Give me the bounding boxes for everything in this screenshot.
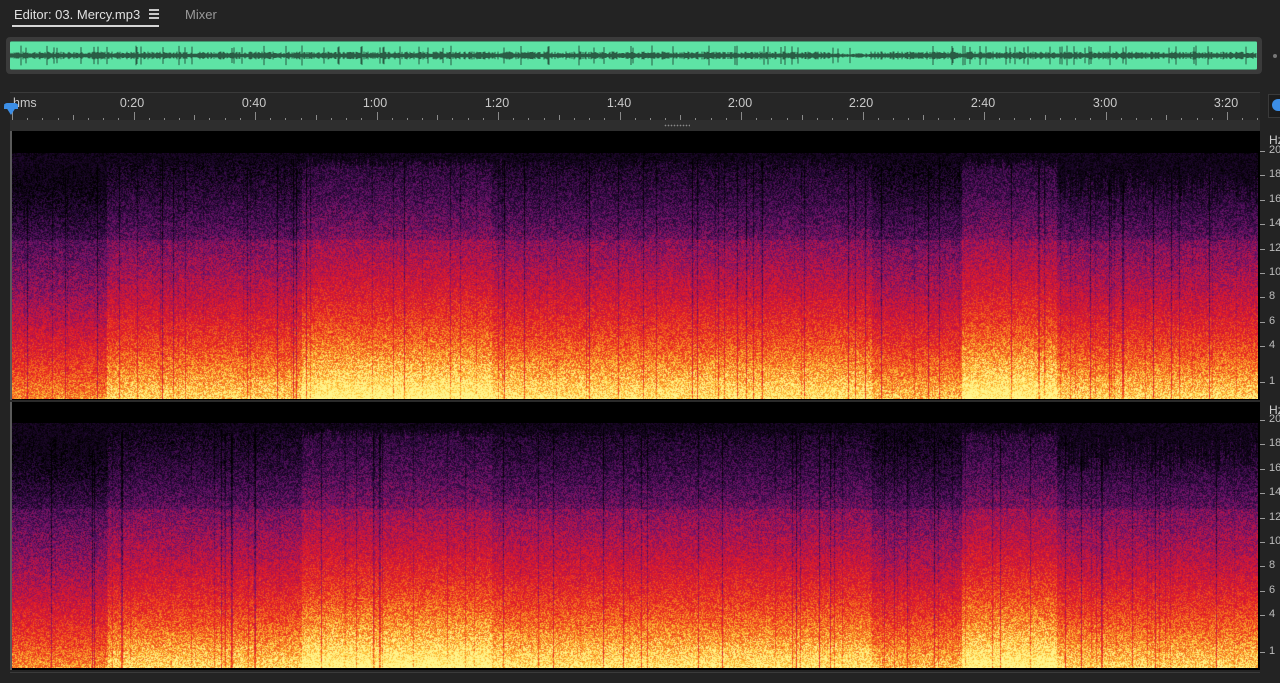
frequency-tick-label: 16 (1269, 462, 1280, 474)
frequency-tick (1260, 469, 1265, 470)
ruler-label: 0:40 (241, 96, 267, 110)
frequency-tick (1260, 151, 1265, 152)
overview-scroll-dot (1273, 54, 1277, 58)
spectral-channel-right[interactable] (10, 401, 1260, 670)
frequency-scale-left[interactable]: Hz 2018161412108641 (1260, 131, 1280, 401)
ruler-label: 0:20 (119, 96, 145, 110)
frequency-tick-label: 6 (1269, 584, 1276, 596)
panel-tab-bar: Editor: 03. Mercy.mp3 Mixer (0, 0, 1280, 32)
frequency-tick-label: 10 (1269, 535, 1280, 547)
frequency-tick (1260, 591, 1265, 592)
time-ruler[interactable]: hms 0:20 0:40 1:00 1:20 1:40 2:00 2:20 2… (10, 92, 1260, 121)
frequency-tick (1260, 615, 1265, 616)
frequency-tick-label: 8 (1269, 559, 1276, 571)
frequency-tick-label: 18 (1269, 168, 1280, 180)
splitter-grip-icon[interactable] (664, 124, 690, 127)
ruler-label: 3:20 (1213, 96, 1239, 110)
frequency-tick-label: 10 (1269, 266, 1280, 278)
ruler-label: 1:20 (484, 96, 510, 110)
frequency-tick-label: 12 (1269, 242, 1280, 254)
overview-waveform[interactable] (10, 41, 1257, 70)
frequency-tick-label: 20 (1269, 144, 1280, 156)
frequency-tick (1260, 297, 1265, 298)
frequency-tick-label: 18 (1269, 437, 1280, 449)
audition-editor-window: Editor: 03. Mercy.mp3 Mixer hms 0:20 0:4… (0, 0, 1280, 683)
frequency-tick (1260, 420, 1265, 421)
frequency-tick (1260, 566, 1265, 567)
frequency-tick (1260, 444, 1265, 445)
ruler-label: 2:00 (727, 96, 753, 110)
frequency-tick (1260, 322, 1265, 323)
zoom-lock-icon[interactable] (1272, 99, 1280, 111)
active-tab-indicator (12, 25, 159, 27)
frequency-tick (1260, 175, 1265, 176)
frequency-tick-label: 6 (1269, 315, 1276, 327)
frequency-tick-label: 1 (1269, 645, 1276, 657)
ruler-label: 1:00 (362, 96, 388, 110)
playhead-pointer[interactable] (4, 104, 18, 115)
spectral-channel-left[interactable] (10, 131, 1260, 401)
frequency-scale-right[interactable]: Hz 2018161412108641 (1260, 401, 1280, 670)
frequency-tick (1260, 493, 1265, 494)
frequency-tick (1260, 224, 1265, 225)
frequency-tick (1260, 346, 1265, 347)
channel-divider (10, 400, 1260, 402)
frequency-tick-label: 4 (1269, 339, 1276, 351)
frequency-tick-label: 1 (1269, 375, 1276, 387)
frequency-tick-label: 14 (1269, 217, 1280, 229)
tab-mixer[interactable]: Mixer (185, 7, 217, 22)
frequency-tick (1260, 382, 1265, 383)
tab-editor[interactable]: Editor: 03. Mercy.mp3 (14, 7, 140, 22)
frequency-tick (1260, 200, 1265, 201)
ruler-label: 1:40 (606, 96, 632, 110)
ruler-label: 2:40 (970, 96, 996, 110)
frequency-tick (1260, 273, 1265, 274)
bottom-divider (10, 672, 1260, 673)
frequency-tick-label: 4 (1269, 608, 1276, 620)
frequency-tick (1260, 249, 1265, 250)
frequency-tick-label: 16 (1269, 193, 1280, 205)
frequency-tick (1260, 542, 1265, 543)
frequency-tick-label: 14 (1269, 486, 1280, 498)
ruler-label: 2:20 (848, 96, 874, 110)
ruler-label: 3:00 (1092, 96, 1118, 110)
frequency-tick (1260, 652, 1265, 653)
frequency-tick-label: 8 (1269, 290, 1276, 302)
frequency-tick-label: 20 (1269, 413, 1280, 425)
hamburger-menu-icon[interactable] (149, 9, 159, 19)
overview-waveform-path (10, 45, 1257, 66)
frequency-tick (1260, 518, 1265, 519)
frequency-tick-label: 12 (1269, 511, 1280, 523)
panel-splitter[interactable] (10, 120, 1260, 131)
